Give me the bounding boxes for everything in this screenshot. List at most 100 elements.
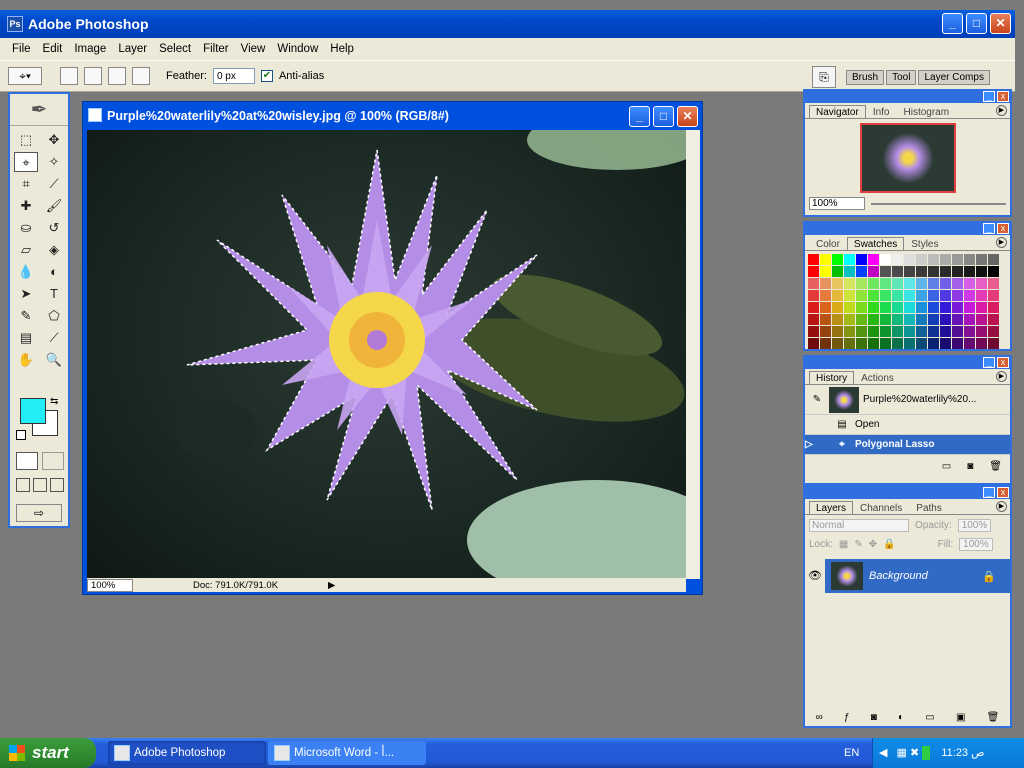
intersect-selection-icon[interactable] [132, 67, 150, 85]
screen-mode-standard-icon[interactable] [16, 478, 30, 492]
swatch-cell[interactable] [880, 266, 891, 277]
swatch-cell[interactable] [832, 338, 843, 349]
swatch-cell[interactable] [856, 338, 867, 349]
swatch-cell[interactable] [976, 266, 987, 277]
start-button[interactable]: start [0, 738, 96, 768]
swatch-cell[interactable] [808, 266, 819, 277]
swatch-cell[interactable] [964, 326, 975, 337]
swatch-cell[interactable] [820, 266, 831, 277]
swatch-cell[interactable] [928, 278, 939, 289]
maximize-button[interactable]: □ [966, 13, 987, 34]
menu-filter[interactable]: Filter [197, 43, 235, 55]
swatch-cell[interactable] [976, 290, 987, 301]
lock-position-icon[interactable]: ✥ [869, 539, 877, 550]
swatch-cell[interactable] [916, 314, 927, 325]
blend-mode-select[interactable]: Normal [809, 519, 909, 532]
swatch-cell[interactable] [904, 326, 915, 337]
panel-close-icon[interactable]: x [997, 91, 1009, 102]
swatch-cell[interactable] [832, 266, 843, 277]
swatch-cell[interactable] [868, 290, 879, 301]
swatch-cell[interactable] [832, 278, 843, 289]
slice-tool-icon[interactable]: ⟋ [42, 174, 66, 194]
antialias-checkbox[interactable]: ✔ [260, 70, 273, 82]
swatch-cell[interactable] [952, 326, 963, 337]
panel-minimize-icon[interactable]: _ [983, 223, 995, 234]
swatch-cell[interactable] [880, 302, 891, 313]
notes-tool-icon[interactable]: ▤ [14, 328, 38, 348]
zoom-tool-icon[interactable]: 🔍 [42, 350, 66, 370]
feather-input[interactable] [212, 68, 255, 84]
swatch-cell[interactable] [856, 278, 867, 289]
swatch-grid[interactable] [805, 251, 1010, 352]
new-snapshot-icon[interactable]: ◙ [967, 461, 973, 472]
swatch-cell[interactable] [856, 314, 867, 325]
swatch-cell[interactable] [952, 338, 963, 349]
opacity-field[interactable]: 100% [957, 519, 992, 532]
fill-field[interactable]: 100% [959, 538, 993, 551]
swatch-cell[interactable] [808, 290, 819, 301]
swatch-cell[interactable] [856, 254, 867, 265]
swatch-cell[interactable] [904, 314, 915, 325]
swatch-cell[interactable] [844, 302, 855, 313]
menu-image[interactable]: Image [68, 43, 112, 55]
palette-well-brush[interactable]: Brush [846, 70, 885, 85]
swatch-cell[interactable] [904, 290, 915, 301]
swatch-cell[interactable] [868, 314, 879, 325]
swatch-cell[interactable] [892, 266, 903, 277]
brush-tool-icon[interactable]: 🖌 [42, 196, 66, 216]
move-tool-icon[interactable]: ✥ [42, 130, 66, 150]
swatch-cell[interactable] [952, 278, 963, 289]
swatch-cell[interactable] [940, 314, 951, 325]
swatch-cell[interactable] [976, 338, 987, 349]
swatch-cell[interactable] [820, 338, 831, 349]
swatch-cell[interactable] [844, 266, 855, 277]
swatch-cell[interactable] [988, 254, 999, 265]
swatch-cell[interactable] [892, 326, 903, 337]
swatch-cell[interactable] [940, 290, 951, 301]
tab-color[interactable]: Color [809, 237, 847, 250]
swatch-cell[interactable] [856, 266, 867, 277]
tab-actions[interactable]: Actions [854, 371, 901, 384]
doc-minimize-button[interactable]: _ [629, 106, 650, 127]
panel-menu-icon[interactable]: ▶ [996, 371, 1007, 382]
swatch-cell[interactable] [916, 278, 927, 289]
navigator-thumbnail[interactable] [859, 123, 956, 193]
palette-well-tool[interactable]: Tool [886, 70, 917, 85]
swatch-cell[interactable] [880, 314, 891, 325]
add-selection-icon[interactable] [84, 67, 102, 85]
shape-tool-icon[interactable]: ⬠ [42, 306, 66, 326]
panel-menu-icon[interactable]: ▶ [996, 501, 1007, 512]
swatch-cell[interactable] [952, 314, 963, 325]
swatch-cell[interactable] [928, 290, 939, 301]
swatch-cell[interactable] [964, 302, 975, 313]
swatch-cell[interactable] [904, 302, 915, 313]
tab-info[interactable]: Info [866, 105, 897, 118]
layer-visibility-eye-icon[interactable]: 👁 [805, 559, 825, 593]
swatch-cell[interactable] [928, 326, 939, 337]
crop-tool-icon[interactable]: ⌗ [14, 174, 38, 194]
panel-close-icon[interactable]: x [997, 357, 1009, 368]
doc-maximize-button[interactable]: □ [653, 106, 674, 127]
status-menu-arrow-icon[interactable]: ▶ [328, 580, 335, 591]
clone-stamp-tool-icon[interactable]: ⛀ [14, 218, 38, 238]
language-indicator[interactable]: EN [844, 738, 859, 768]
swatch-cell[interactable] [976, 278, 987, 289]
panel-minimize-icon[interactable]: _ [983, 487, 995, 498]
swatch-cell[interactable] [976, 302, 987, 313]
swatch-cell[interactable] [952, 302, 963, 313]
swatch-cell[interactable] [940, 254, 951, 265]
menu-select[interactable]: Select [153, 43, 197, 55]
swatch-cell[interactable] [964, 338, 975, 349]
swatch-cell[interactable] [964, 254, 975, 265]
swatch-cell[interactable] [832, 290, 843, 301]
swatch-cell[interactable] [916, 266, 927, 277]
link-layers-icon[interactable]: ∞ [816, 712, 823, 723]
task-microsoft-word[interactable]: Microsoft Word - أ... [268, 741, 426, 765]
marquee-tool-icon[interactable]: ⬚ [14, 130, 38, 150]
swatch-cell[interactable] [808, 278, 819, 289]
menu-window[interactable]: Window [271, 43, 324, 55]
swatch-cell[interactable] [892, 290, 903, 301]
document-title-bar[interactable]: Purple%20waterlily%20at%20wisley.jpg @ 1… [83, 102, 702, 130]
swatch-cell[interactable] [928, 302, 939, 313]
swatch-cell[interactable] [808, 314, 819, 325]
